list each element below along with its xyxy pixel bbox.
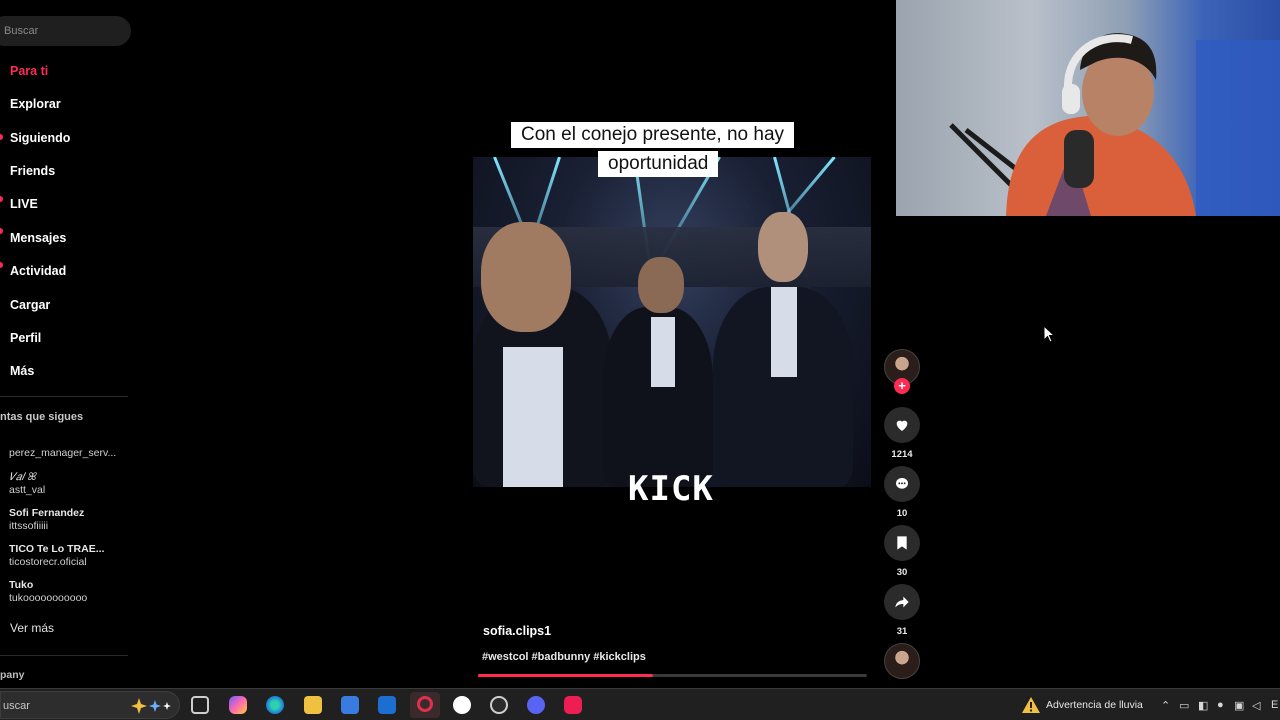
video-player[interactable] xyxy=(473,157,871,487)
nav-upload[interactable]: Cargar xyxy=(10,298,50,312)
mouse-cursor-icon xyxy=(1043,325,1055,343)
comment-button[interactable] xyxy=(884,466,920,502)
face xyxy=(481,222,571,332)
account-username: tukooooooooooo xyxy=(9,592,88,604)
search-placeholder: Buscar xyxy=(4,25,39,37)
copilot-sparkle-icon xyxy=(131,698,171,714)
face xyxy=(758,212,808,282)
followed-account[interactable]: TICO Te Lo TRAE... ticostorecr.oficial xyxy=(9,543,104,569)
notification-dot xyxy=(0,134,3,140)
share-icon xyxy=(895,596,909,608)
windows-taskbar: uscar Advertencia de lluvia ⌃ ▭ ◧ ● ▣ ◁ … xyxy=(0,688,1280,720)
taskbar-search-placeholder: uscar xyxy=(3,700,30,712)
kick-watermark: KICK xyxy=(628,469,714,509)
active-app-highlight[interactable] xyxy=(410,692,440,718)
nav-for-you[interactable]: Para ti xyxy=(10,64,48,78)
weather-status[interactable]: Advertencia de lluvia xyxy=(1046,699,1143,711)
sound-avatar[interactable] xyxy=(884,643,920,679)
nav-following[interactable]: Siguiendo xyxy=(10,131,70,145)
nav-profile[interactable]: Perfil xyxy=(10,331,41,345)
account-username: ittssofiiiii xyxy=(9,520,49,532)
comment-icon xyxy=(896,478,908,489)
obs-icon[interactable] xyxy=(490,696,508,714)
chevron-up-icon[interactable]: ⌃ xyxy=(1161,699,1170,712)
sidebar: Buscar Para ti Explorar Siguiendo Friend… xyxy=(0,0,145,688)
account-name: perez_manager_serv... xyxy=(9,447,117,459)
volume-icon[interactable]: ◁ xyxy=(1252,699,1260,712)
edge-browser-icon[interactable] xyxy=(266,696,284,714)
search-input[interactable]: Buscar xyxy=(0,16,131,46)
face xyxy=(638,257,684,313)
see-more-link[interactable]: Ver más xyxy=(10,621,54,635)
video-caption-line2: oportunidad xyxy=(598,151,719,177)
followed-account[interactable]: Tuko tukooooooooooo xyxy=(9,579,87,605)
display-icon[interactable]: ▣ xyxy=(1234,699,1244,712)
nav-activity[interactable]: Actividad xyxy=(10,264,66,278)
video-hashtags[interactable]: #westcol #badbunny #kickclips xyxy=(482,651,646,663)
save-count: 30 xyxy=(896,567,908,578)
like-button[interactable] xyxy=(884,407,920,443)
microsoft-store-icon[interactable] xyxy=(341,696,359,714)
following-accounts-title: ntas que sigues xyxy=(0,411,84,423)
progress-fill xyxy=(478,674,654,677)
shirt xyxy=(503,347,563,487)
comment-count: 10 xyxy=(896,508,908,519)
meet-icon[interactable]: ◧ xyxy=(1198,699,1208,712)
opera-icon xyxy=(417,696,433,712)
notification-dot xyxy=(0,228,3,234)
shirt xyxy=(651,317,675,387)
language-indicator[interactable]: E xyxy=(1271,699,1278,711)
share-count: 31 xyxy=(896,626,908,637)
account-username: astt_val xyxy=(9,484,46,496)
follow-plus-icon[interactable]: + xyxy=(894,378,910,394)
streamer-figure xyxy=(949,33,1280,216)
divider xyxy=(0,396,128,397)
taskbar-search[interactable]: uscar xyxy=(0,691,180,719)
account-username: ticostorecr.oficial xyxy=(9,556,87,568)
notification-dot xyxy=(0,196,3,202)
account-name: 𝑉𝑎𝑙 ꕤ xyxy=(9,471,36,483)
microphone-icon[interactable]: ● xyxy=(1217,699,1224,711)
save-button[interactable] xyxy=(884,525,920,561)
video-author[interactable]: sofia.clips1 xyxy=(483,624,551,638)
nav-explore[interactable]: Explorar xyxy=(10,97,61,111)
task-view-icon[interactable] xyxy=(191,696,209,714)
nav-live[interactable]: LIVE xyxy=(10,197,38,211)
video-caption-line1: Con el conejo presente, no hay xyxy=(511,122,795,148)
file-explorer-icon[interactable] xyxy=(304,696,322,714)
account-name: Tuko xyxy=(9,579,34,591)
network-icon[interactable]: ▭ xyxy=(1179,699,1189,712)
bookmark-icon xyxy=(897,536,907,550)
account-name: Sofi Fernandez xyxy=(9,507,85,519)
followed-account[interactable]: perez_manager_serv... xyxy=(9,447,116,460)
shirt xyxy=(771,287,797,377)
nav-friends[interactable]: Friends xyxy=(10,164,55,178)
notification-dot xyxy=(0,262,3,268)
webcam-overlay xyxy=(896,0,1280,216)
divider xyxy=(0,655,128,656)
discord-icon[interactable] xyxy=(527,696,545,714)
nav-messages[interactable]: Mensajes xyxy=(10,231,66,245)
like-count: 1214 xyxy=(891,449,913,460)
company-link[interactable]: pany xyxy=(0,669,25,681)
github-icon[interactable] xyxy=(453,696,471,714)
weather-warning-icon xyxy=(1022,697,1040,713)
heart-icon xyxy=(896,420,908,431)
video-progress-bar[interactable] xyxy=(478,674,867,677)
copilot-icon[interactable] xyxy=(229,696,247,714)
account-name: TICO Te Lo TRAE... xyxy=(9,543,105,555)
followed-account[interactable]: 𝑉𝑎𝑙 ꕤ astt_val xyxy=(9,471,45,497)
outlook-icon[interactable] xyxy=(378,696,396,714)
nav-more[interactable]: Más xyxy=(10,364,34,378)
tiktok-icon[interactable] xyxy=(564,696,582,714)
followed-account[interactable]: Sofi Fernandez ittssofiiiii xyxy=(9,507,84,533)
share-button[interactable] xyxy=(884,584,920,620)
